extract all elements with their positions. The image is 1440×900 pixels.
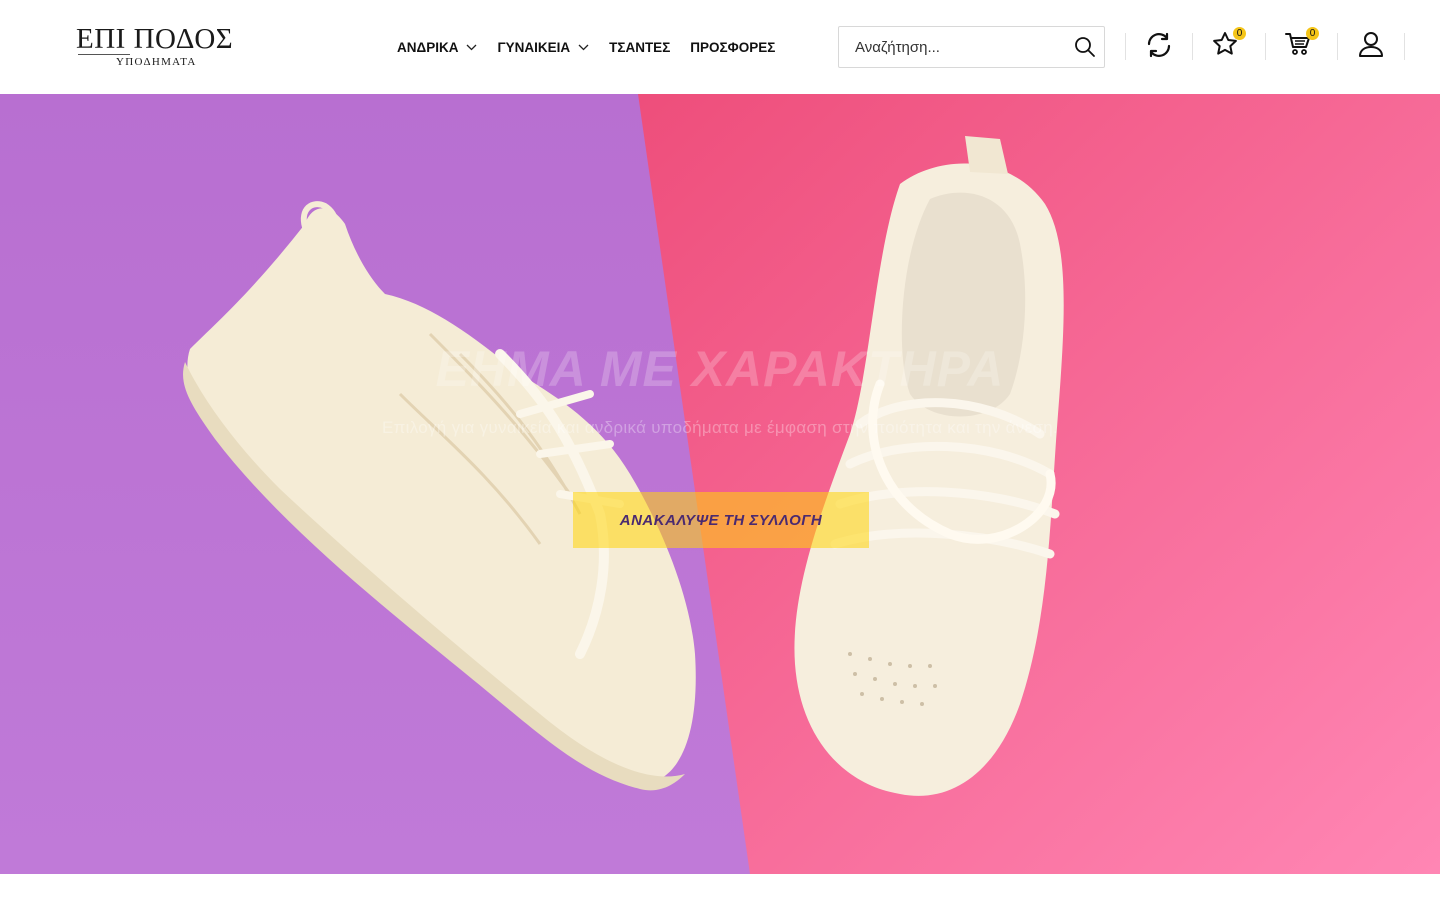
hero-title: ΕΗΜΑ ΜΕ ΧΑΡΑΚΤΗΡΑ xyxy=(435,341,1005,397)
nav-item-women[interactable]: ΓΥΝΑΙΚΕΙΑ xyxy=(497,40,589,55)
cart-button[interactable]: 0 xyxy=(1284,27,1319,60)
header-divider xyxy=(1337,33,1338,60)
hero-sneakers-image xyxy=(0,94,1440,874)
refresh-icon xyxy=(1147,32,1171,58)
nav-item-label: ΠΡΟΣΦΟΡΕΣ xyxy=(690,39,776,55)
wishlist-button[interactable]: 0 xyxy=(1211,27,1246,60)
compare-button[interactable] xyxy=(1144,30,1174,60)
cart-count-badge: 0 xyxy=(1306,27,1319,40)
nav-item-bags[interactable]: ΤΣΑΝΤΕΣ xyxy=(609,40,670,55)
nav-item-men[interactable]: ΑΝΔΡΙΚΑ xyxy=(397,40,477,55)
account-button[interactable] xyxy=(1357,30,1387,60)
header-divider xyxy=(1404,33,1405,60)
header-divider xyxy=(1192,33,1193,60)
chevron-down-icon xyxy=(467,44,477,50)
header-divider xyxy=(1125,33,1126,60)
search-button[interactable] xyxy=(1074,36,1096,58)
hero-banner: ΕΗΜΑ ΜΕ ΧΑΡΑΚΤΗΡΑ Επιλογή για γυναικεία … xyxy=(0,94,1440,874)
search-input[interactable] xyxy=(855,27,1065,67)
site-header: ΕΠΙ ΠΟΔΟΣ ΥΠΟΔΗΜΑΤΑ ΑΝΔΡΙΚΑ ΓΥΝΑΙΚΕΙΑ ΤΣ… xyxy=(0,0,1440,94)
search-icon xyxy=(1075,37,1095,57)
chevron-down-icon xyxy=(578,44,589,50)
wishlist-count-badge: 0 xyxy=(1233,27,1246,40)
user-icon xyxy=(1359,32,1383,57)
logo-subtitle: ΥΠΟΔΗΜΑΤΑ xyxy=(116,56,197,68)
nav-item-offers[interactable]: ΠΡΟΣΦΟΡΕΣ xyxy=(690,40,775,55)
main-nav: ΑΝΔΡΙΚΑ ΓΥΝΑΙΚΕΙΑ ΤΣΑΝΤΕΣ ΠΡΟΣΦΟΡΕΣ xyxy=(397,36,795,58)
nav-item-label: ΑΝΔΡΙΚΑ xyxy=(397,39,459,55)
site-logo[interactable]: ΕΠΙ ΠΟΔΟΣ ΥΠΟΔΗΜΑΤΑ xyxy=(76,24,248,70)
search-box xyxy=(838,26,1105,68)
discover-collection-button[interactable]: ΑΝΑΚΑΛΥΨΕ ΤΗ ΣΥΛΛΟΓΗ xyxy=(573,492,869,548)
hero-subtitle: Επιλογή για γυναικεία και ανδρικά υποδήμ… xyxy=(381,418,1059,437)
nav-item-label: ΓΥΝΑΙΚΕΙΑ xyxy=(497,39,571,55)
logo-divider xyxy=(78,54,130,55)
header-divider xyxy=(1265,33,1266,60)
logo-title: ΕΠΙ ΠΟΔΟΣ xyxy=(76,23,234,55)
nav-item-label: ΤΣΑΝΤΕΣ xyxy=(609,39,671,55)
